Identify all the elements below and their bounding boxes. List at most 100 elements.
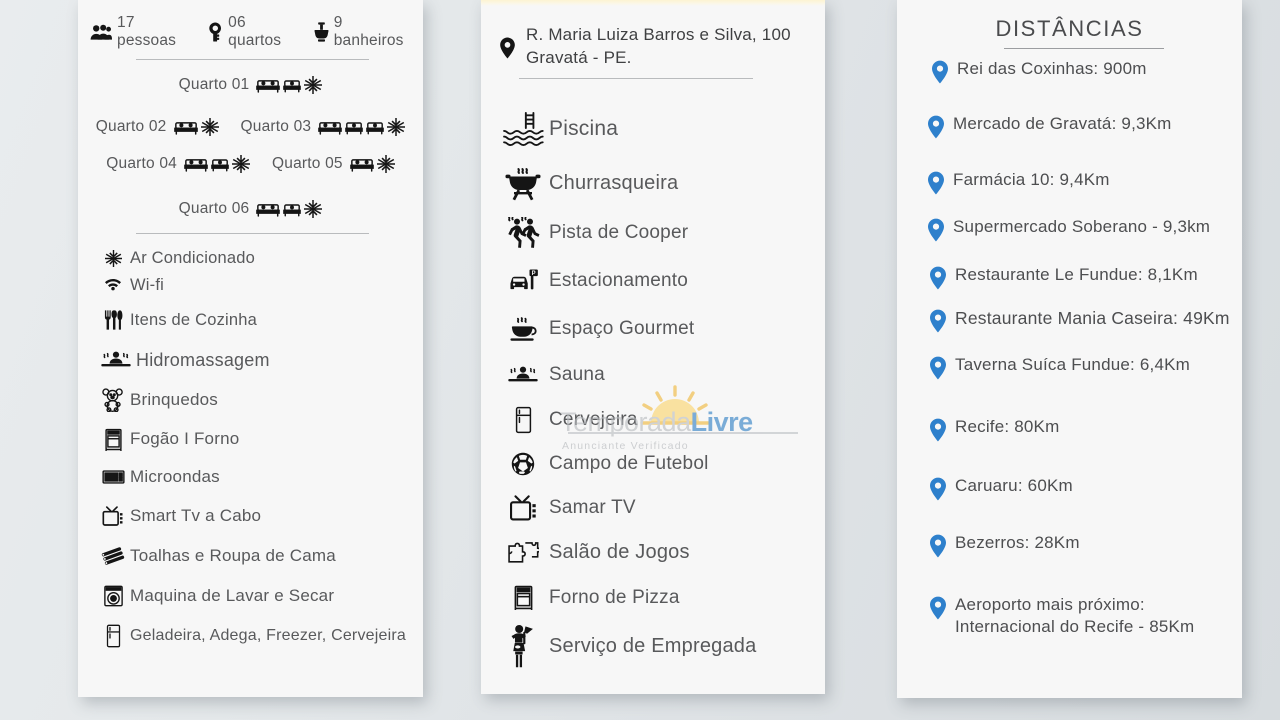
microwave-icon: [96, 469, 130, 485]
tv-icon: [497, 494, 549, 522]
list-item: Itens de Cozinha: [96, 300, 415, 340]
snowflake-icon: [96, 250, 130, 267]
list-item-label: Campo de Futebol: [549, 453, 709, 474]
list-item-label: Recife: 80Km: [955, 417, 1060, 436]
list-item-label: Estacionamento: [549, 270, 689, 291]
washer-icon: [96, 585, 130, 607]
room-label: Quarto 04: [106, 155, 177, 172]
property-summary: 17 pessoas 06 quartos 9 banheiros: [90, 14, 413, 50]
list-item: Brinquedos: [96, 380, 415, 420]
towels-icon: [96, 547, 130, 565]
jacuzzi-icon: [96, 349, 136, 371]
key-icon: [208, 22, 223, 42]
fridge-icon: [96, 624, 130, 648]
list-item: Recife: 80Km: [921, 416, 1234, 475]
double-bed-icon: [349, 156, 374, 173]
list-item: Smart Tv a Cabo: [96, 496, 415, 536]
summary-bathrooms: 9 banheiros: [314, 14, 413, 50]
room-group-04: Quarto 04: [106, 155, 250, 173]
room-group-01: Quarto 01: [179, 76, 323, 94]
list-item: Restaurante Le Fundue: 8,1Km: [921, 264, 1234, 307]
list-item: Campo de Futebol: [497, 442, 817, 486]
double-bed-icon: [318, 119, 343, 136]
people-icon: [90, 24, 112, 41]
summary-guests: 17 pessoas: [90, 14, 194, 50]
list-item-label: Itens de Cozinha: [130, 310, 258, 329]
room-group-06: Quarto 06: [179, 200, 323, 218]
map-pin-icon: [921, 475, 955, 501]
list-item: Churrasqueira: [497, 157, 817, 209]
room-group-03: Quarto 03: [241, 118, 406, 136]
svg-text:P: P: [532, 271, 536, 277]
list-item: Maquina de Lavar e Secar: [96, 576, 415, 616]
list-item-label: Pista de Cooper: [549, 222, 689, 243]
features-card: R. Maria Luiza Barros e Silva, 100 Grava…: [481, 0, 825, 694]
list-item-label: Farmácia 10: 9,4Km: [953, 170, 1110, 189]
list-item-label: Rei das Coxinhas: 900m: [957, 59, 1147, 78]
list-item: Farmácia 10: 9,4Km: [919, 169, 1234, 216]
list-item-label: Samar TV: [549, 497, 636, 518]
list-item: Pista de Cooper: [497, 209, 817, 257]
list-item: Toalhas e Roupa de Cama: [96, 536, 415, 576]
list-item-label: Toalhas e Roupa de Cama: [130, 546, 336, 565]
list-item: Piscina: [497, 100, 817, 157]
sauna-icon: [497, 364, 549, 386]
list-item-label: Smart Tv a Cabo: [130, 506, 262, 525]
list-item: Restaurante Mania Caseira: 49Km: [921, 307, 1234, 354]
top-accent-strip: [481, 0, 825, 6]
parking-icon: P: [497, 268, 549, 294]
divider-bottom: [136, 233, 369, 234]
room-label: Quarto 05: [272, 155, 343, 172]
list-item-label: Geladeira, Adega, Freezer, Cervejeira: [130, 627, 406, 644]
snowflake-icon: [232, 155, 250, 173]
screenshot-stage: 17 pessoas 06 quartos 9 banheiros Quarto…: [0, 0, 1280, 720]
list-item: Caruaru: 60Km: [921, 475, 1234, 532]
map-pin-icon: [919, 216, 953, 242]
list-item-label: Caruaru: 60Km: [955, 476, 1073, 495]
distances-list: Rei das Coxinhas: 900m Mercado de Gravat…: [923, 58, 1234, 638]
map-pin-icon: [921, 532, 955, 558]
list-item: Aeroporto mais próximo: Internacional do…: [921, 594, 1234, 638]
room-row: Quarto 06: [78, 200, 423, 218]
list-item-label: Fogão I Forno: [130, 429, 240, 448]
pool-icon: [497, 111, 549, 147]
distances-card: DISTÂNCIAS Rei das Coxinhas: 900m Mercad…: [897, 0, 1242, 698]
list-item-label: Salão de Jogos: [549, 541, 690, 563]
list-item: Rei das Coxinhas: 900m: [923, 58, 1234, 113]
list-item-label: Maquina de Lavar e Secar: [130, 586, 335, 605]
cutlery-icon: [96, 309, 130, 331]
amenities-card: 17 pessoas 06 quartos 9 banheiros Quarto…: [78, 0, 423, 697]
list-item-label: Sauna: [549, 364, 605, 385]
single-bed-icon: [345, 119, 364, 136]
teddy-bear-icon: [96, 388, 130, 412]
double-bed-icon: [256, 201, 281, 218]
maid-icon: [497, 624, 549, 668]
list-item: Sauna: [497, 353, 817, 397]
list-item: Wi-fi: [96, 271, 415, 300]
snowflake-icon: [304, 76, 323, 94]
snowflake-icon: [304, 200, 323, 218]
list-item-label: Espaço Gourmet: [549, 318, 695, 339]
snowflake-icon: [387, 118, 406, 136]
list-item: Taverna Suíca Fundue: 6,4Km: [921, 354, 1234, 416]
list-item: Fogão I Forno: [96, 420, 415, 458]
double-bed-icon: [256, 77, 281, 94]
address-line-2: Gravatá - PE.: [526, 47, 632, 67]
room-label: Quarto 06: [178, 200, 250, 217]
room-row: Quarto 02 Quarto 03: [78, 118, 423, 136]
room-label: Quarto 02: [95, 118, 167, 135]
list-item: Hidromassagem: [96, 340, 415, 380]
soccer-ball-icon: [497, 452, 549, 476]
room-group-02: Quarto 02: [96, 118, 219, 136]
map-pin-icon: [921, 416, 955, 442]
puzzle-icon: [497, 540, 549, 566]
address-text: R. Maria Luiza Barros e Silva, 100 Grava…: [526, 24, 791, 70]
list-item: Samar TV: [497, 486, 817, 530]
snowflake-icon: [200, 118, 219, 136]
list-item: Ar Condicionado: [96, 246, 415, 271]
summary-rooms-label: 06 quartos: [228, 14, 282, 49]
list-item-label: Brinquedos: [130, 390, 219, 409]
list-item: Supermercado Soberano - 9,3km: [919, 216, 1234, 264]
room-row: Quarto 04 Quarto 05: [78, 155, 423, 173]
list-item-label: Cervejeira: [549, 408, 638, 430]
